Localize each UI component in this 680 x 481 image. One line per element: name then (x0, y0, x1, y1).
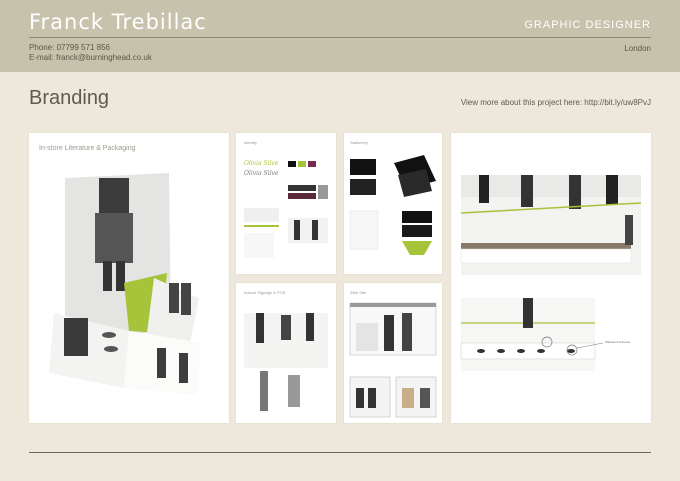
designer-role: GRAPHIC DESIGNER (524, 19, 651, 31)
stationery-artwork (349, 155, 436, 255)
store-callout: Window & Fixtures (605, 340, 631, 344)
phone-text: Phone: 07799 571 856 (29, 43, 110, 52)
designer-name: Franck Trebillac (29, 10, 207, 34)
card-web[interactable]: Web Site (344, 283, 442, 423)
svg-text:Olivia Silve: Olivia Silve (244, 170, 279, 177)
identity-artwork: Olivia Silve Olivia Silve (244, 160, 328, 258)
card-signage[interactable]: Instore Signage & POS (236, 283, 336, 423)
card-literature[interactable]: In-store Literature & Packaging (29, 133, 229, 423)
svg-text:Olivia Silve: Olivia Silve (244, 160, 279, 167)
card-store[interactable]: Window & Fixtures (451, 133, 651, 423)
location-text: London (624, 44, 651, 53)
store-artwork (460, 175, 642, 371)
contact-info: Phone: 07799 571 856 E-mail: franck@burn… (29, 43, 152, 63)
web-artwork (349, 302, 437, 418)
project-link[interactable]: View more about this project here: http:… (461, 98, 651, 107)
header-divider (29, 37, 651, 38)
email-text[interactable]: E-mail: franck@burninghead.co.uk (29, 53, 152, 63)
footer-divider (29, 452, 651, 453)
literature-artwork (49, 173, 201, 395)
card-stationery[interactable]: Stationery (344, 133, 442, 274)
page-title: Branding (29, 87, 110, 109)
card-identity[interactable]: Identity Olivia Silve Olivia Silve (236, 133, 336, 274)
header-bar: Franck Trebillac GRAPHIC DESIGNER Phone:… (0, 0, 680, 72)
signage-artwork (244, 313, 328, 411)
